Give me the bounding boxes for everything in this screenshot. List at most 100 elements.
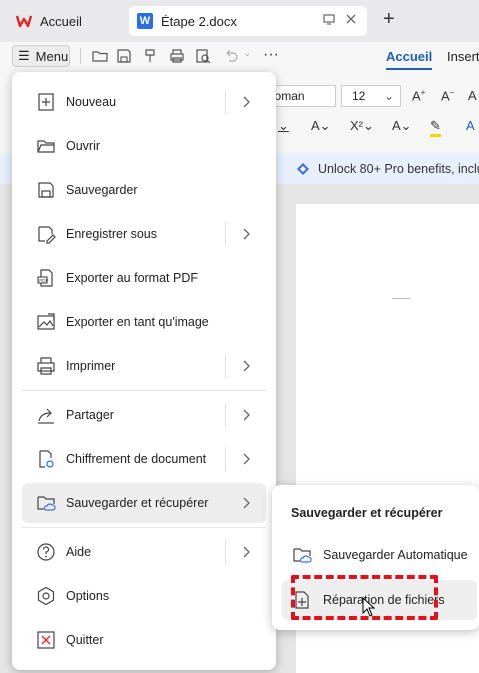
chevron-right-icon (243, 228, 250, 240)
mouse-cursor-icon (362, 597, 376, 617)
word-doc-icon: W (137, 13, 153, 29)
export-pdf-icon: PDF (37, 269, 53, 287)
print-icon[interactable] (168, 47, 186, 65)
menu-item-divider (225, 354, 226, 378)
save-icon (38, 182, 54, 198)
submenu-item-sauvegarde-auto[interactable]: Sauvegarder Automatique (282, 535, 477, 575)
menu-item-enregistrer-sous[interactable]: Enregistrer sous (22, 214, 266, 254)
ribbon-tab-home[interactable]: Accueil (386, 49, 433, 70)
main-menu: Nouveau Ouvrir Sauvegarder Enregistrer s… (12, 72, 276, 670)
menu-item-quitter[interactable]: Quitter (22, 620, 266, 660)
menu-item-label: Exporter en tant qu'image (66, 315, 209, 329)
menu-item-label: Enregistrer sous (66, 227, 158, 241)
text-effect-icon[interactable]: A⌄ (392, 118, 412, 134)
menu-item-aide[interactable]: Aide (22, 532, 266, 572)
banner-text: Unlock 80+ Pro benefits, includ (318, 162, 479, 176)
printer-icon (37, 357, 55, 375)
menu-item-divider (225, 403, 226, 427)
quick-toolbar: ☰ Menu ⌄ ··· Accueil Insert (0, 42, 479, 72)
quit-icon (37, 631, 55, 649)
encrypt-doc-icon (39, 450, 54, 468)
tab-document-label: Étape 2.docx (161, 13, 237, 29)
increase-font-icon[interactable]: A+ (412, 88, 425, 103)
menu-item-label: Ouvrir (66, 139, 101, 153)
menu-item-label: Sauvegarder (66, 183, 138, 197)
print-preview-icon[interactable] (194, 47, 212, 65)
menu-button[interactable]: ☰ Menu (12, 45, 70, 67)
cloud-folder-icon (37, 496, 56, 511)
hamburger-icon: ☰ (18, 48, 30, 63)
menu-item-partager[interactable]: Partager (22, 395, 266, 435)
tab-home-label: Accueil (40, 13, 82, 29)
menu-item-sauvegarder[interactable]: Sauvegarder (22, 170, 266, 210)
chevron-right-icon (243, 453, 250, 465)
pro-diamond-icon (297, 163, 309, 175)
menu-item-export-image[interactable]: Exporter en tant qu'image (22, 302, 266, 342)
toolbar-divider (80, 48, 81, 64)
font-size-select[interactable]: 12 ⌄ (341, 85, 401, 107)
chevron-right-icon (243, 409, 250, 421)
new-tab-button[interactable]: + (383, 8, 395, 31)
settings-icon (37, 586, 55, 606)
menu-item-nouveau[interactable]: Nouveau (22, 82, 266, 122)
export-image-icon (37, 313, 55, 330)
font-size-value: 12 (352, 89, 366, 103)
submenu-item-label: Sauvegarder Automatique (323, 548, 468, 562)
chevron-right-icon (243, 96, 250, 108)
chevron-right-icon (243, 497, 250, 509)
menu-item-divider (225, 447, 226, 471)
submenu-title: Sauvegarder et récupérer (291, 506, 443, 520)
menu-item-label: Options (66, 589, 110, 603)
menu-item-sauvegarder-recuperer[interactable]: Sauvegarder et récupérer (22, 483, 266, 523)
clear-format-icon[interactable]: A (468, 88, 477, 103)
undo-dropdown-icon[interactable]: ⌄ (243, 48, 251, 59)
tab-home[interactable]: Accueil (6, 6, 124, 36)
menu-item-divider (225, 90, 226, 114)
menu-item-label: Partager (66, 408, 114, 422)
menu-item-export-pdf[interactable]: PDF Exporter au format PDF (22, 258, 266, 298)
text-cursor-line (392, 298, 410, 299)
menu-divider (22, 527, 266, 528)
menu-item-label: Exporter au format PDF (66, 271, 198, 285)
menu-item-chiffrement[interactable]: Chiffrement de document (22, 439, 266, 479)
format-painter-icon[interactable] (141, 47, 159, 65)
menu-item-label: Imprimer (66, 359, 116, 373)
menu-item-divider (225, 222, 226, 246)
menu-item-label: Aide (66, 545, 92, 559)
superscript-icon[interactable]: X²⌄ (350, 118, 374, 134)
menu-item-label: Quitter (66, 633, 104, 647)
more-options-icon[interactable]: ··· (263, 46, 279, 64)
decrease-font-icon[interactable]: A− (441, 88, 454, 103)
menu-item-divider (225, 540, 226, 564)
chevron-right-icon (243, 360, 250, 372)
window-icon[interactable] (323, 13, 335, 28)
close-tab-icon[interactable] (345, 13, 357, 28)
menu-item-ouvrir[interactable]: Ouvrir (22, 126, 266, 166)
highlight-color-icon[interactable]: ✎ (430, 118, 441, 137)
chevron-right-icon (243, 546, 250, 558)
menu-item-options[interactable]: Options (22, 576, 266, 616)
font-color-icon[interactable]: A (466, 118, 475, 133)
undo-icon[interactable] (222, 47, 240, 65)
save-as-icon (38, 226, 56, 244)
menu-item-label: Chiffrement de document (66, 452, 207, 466)
font-name-select[interactable]: Times New Roman (266, 85, 336, 107)
share-icon (38, 408, 54, 424)
wps-logo-icon (16, 13, 32, 29)
ribbon-tab-insert[interactable]: Insert (447, 49, 479, 64)
menu-item-label: Nouveau (66, 95, 117, 109)
tab-document[interactable]: W Étape 2.docx (129, 6, 367, 36)
menu-item-imprimer[interactable]: Imprimer (22, 346, 266, 386)
save-icon[interactable] (115, 47, 133, 65)
svg-text:PDF: PDF (39, 278, 48, 283)
underline-dropdown-icon[interactable]: ⌄ (278, 118, 289, 134)
folder-open-icon (37, 140, 55, 153)
tab-bar: Accueil W Étape 2.docx + (0, 0, 479, 42)
menu-button-label: Menu (35, 48, 69, 64)
open-folder-icon[interactable] (91, 47, 109, 65)
chevron-down-icon: ⌄ (383, 89, 394, 103)
strikethrough-icon[interactable]: A⌄ (311, 118, 331, 134)
menu-item-label: Sauvegarder et récupérer (66, 496, 209, 510)
new-doc-icon (38, 93, 54, 111)
cloud-folder-icon (293, 548, 312, 563)
